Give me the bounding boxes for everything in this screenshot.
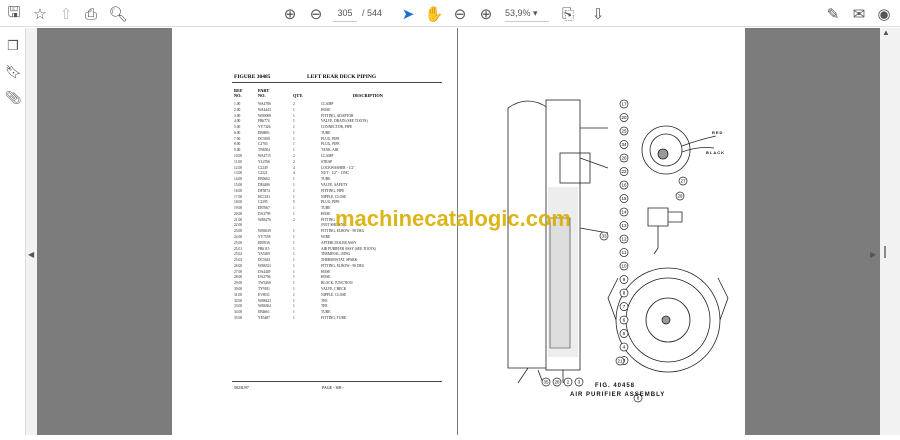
next-page-icon[interactable]: ⊖ bbox=[306, 4, 326, 24]
callout-number: 25 bbox=[621, 129, 627, 134]
page-total: / 544 bbox=[362, 8, 383, 18]
ref-no: 35.00 bbox=[234, 315, 243, 320]
col-ref: REF NO. bbox=[234, 88, 243, 98]
col-qty: QTY. bbox=[293, 93, 303, 98]
bookmarks-icon[interactable]: 🔖︎ bbox=[5, 64, 22, 80]
callout-number: 11 bbox=[622, 250, 627, 255]
expand-right-icon[interactable]: ▶ bbox=[870, 250, 876, 259]
email-icon[interactable]: ✉ bbox=[849, 4, 869, 24]
zoom-level-dropdown[interactable]: 53,9% ▾ bbox=[505, 5, 549, 22]
account-icon[interactable]: ◉ bbox=[874, 4, 894, 24]
select-cursor-icon[interactable]: ➤ bbox=[398, 4, 418, 24]
callout-number: 29 bbox=[677, 194, 683, 199]
callout-number: 21 bbox=[617, 359, 623, 364]
footer-rule bbox=[232, 381, 442, 382]
hand-tool-icon[interactable]: ✋ bbox=[424, 4, 444, 24]
left-panel-edge: ◀ bbox=[26, 28, 37, 435]
figure-number: FIGURE 30485 bbox=[234, 74, 271, 80]
col-description: DESCRIPTION bbox=[353, 93, 383, 98]
wire-label-black: BLACK bbox=[706, 150, 725, 155]
zoom-out-icon[interactable]: ⊖ bbox=[450, 4, 470, 24]
callout-number: 20 bbox=[621, 115, 627, 120]
expand-left-icon[interactable]: ◀ bbox=[28, 250, 34, 259]
previous-page-icon[interactable]: ⊕ bbox=[280, 4, 300, 24]
watermark: machinecatalogic.com bbox=[335, 206, 571, 231]
cloud-upload-icon[interactable]: ⇧ bbox=[56, 4, 76, 24]
scrolling-mode-icon[interactable]: ⇩ bbox=[588, 4, 608, 24]
left-sidebar: ❐ 🔖︎ 📎︎ bbox=[0, 28, 26, 435]
scrollbar[interactable]: ▲ ▶ bbox=[870, 28, 900, 435]
zoom-in-icon[interactable]: ⊕ bbox=[476, 4, 496, 24]
page-fit-icon[interactable]: ⎘ bbox=[558, 4, 578, 24]
page-title: LEFT REAR DECK PIPING bbox=[307, 74, 377, 80]
callout-number: 28 bbox=[554, 380, 560, 385]
callout-number: 13 bbox=[621, 223, 627, 228]
callout-number: 17 bbox=[621, 102, 627, 107]
callout-number: 15 bbox=[621, 196, 627, 201]
toolbar: 🖫 ☆ ⇧ ⎙ 🔍︎ ⊕ ⊖ 305 / 544 ➤ ✋ ⊖ ⊕ 53,9% ▾… bbox=[0, 0, 900, 27]
zoom-value: 53,9% bbox=[505, 8, 531, 18]
callout-number: 14 bbox=[621, 210, 627, 215]
attachments-icon[interactable]: 📎︎ bbox=[5, 90, 22, 106]
header-rule bbox=[232, 82, 442, 83]
callout-number: 33 bbox=[601, 234, 607, 239]
callout-number: 16 bbox=[621, 183, 627, 188]
print-icon[interactable]: ⎙ bbox=[81, 4, 101, 24]
doc-code: 5023U97 bbox=[234, 385, 249, 390]
callout-number: 12 bbox=[621, 237, 627, 242]
table-row: 35.00 YE5487 1 FITTING, TUBE bbox=[234, 316, 434, 322]
callout-number: 35 bbox=[543, 380, 549, 385]
figure-title-caption: AIR PURIFIER ASSEMBLY bbox=[570, 392, 666, 398]
page-label: PAGE - 308 - bbox=[322, 385, 344, 390]
wire-label-red: RED bbox=[712, 130, 724, 135]
callout-number: 34 bbox=[621, 142, 627, 147]
scroll-thumb[interactable] bbox=[884, 246, 886, 258]
figure-number-caption: FIG. 40458 bbox=[595, 383, 636, 389]
sign-icon[interactable]: ✎ bbox=[823, 4, 843, 24]
scroll-up-icon[interactable]: ▲ bbox=[882, 28, 890, 37]
bookmark-star-icon[interactable]: ☆ bbox=[30, 4, 50, 24]
page-number-input[interactable]: 305 bbox=[333, 5, 357, 22]
col-part: PART NO. bbox=[258, 88, 270, 98]
save-icon[interactable]: 🖫 bbox=[4, 4, 24, 24]
callout-number: 22 bbox=[621, 169, 627, 174]
qty: 1 bbox=[293, 315, 295, 320]
part-no: YE5487 bbox=[258, 315, 270, 320]
callout-number: 27 bbox=[680, 179, 686, 184]
callout-number: 10 bbox=[621, 264, 627, 269]
page-thumbnails-icon[interactable]: ❐ bbox=[5, 38, 21, 54]
callout-number: 26 bbox=[621, 156, 627, 161]
description: FITTING, TUBE bbox=[321, 315, 347, 320]
search-icon[interactable]: 🔍︎ bbox=[108, 4, 128, 24]
